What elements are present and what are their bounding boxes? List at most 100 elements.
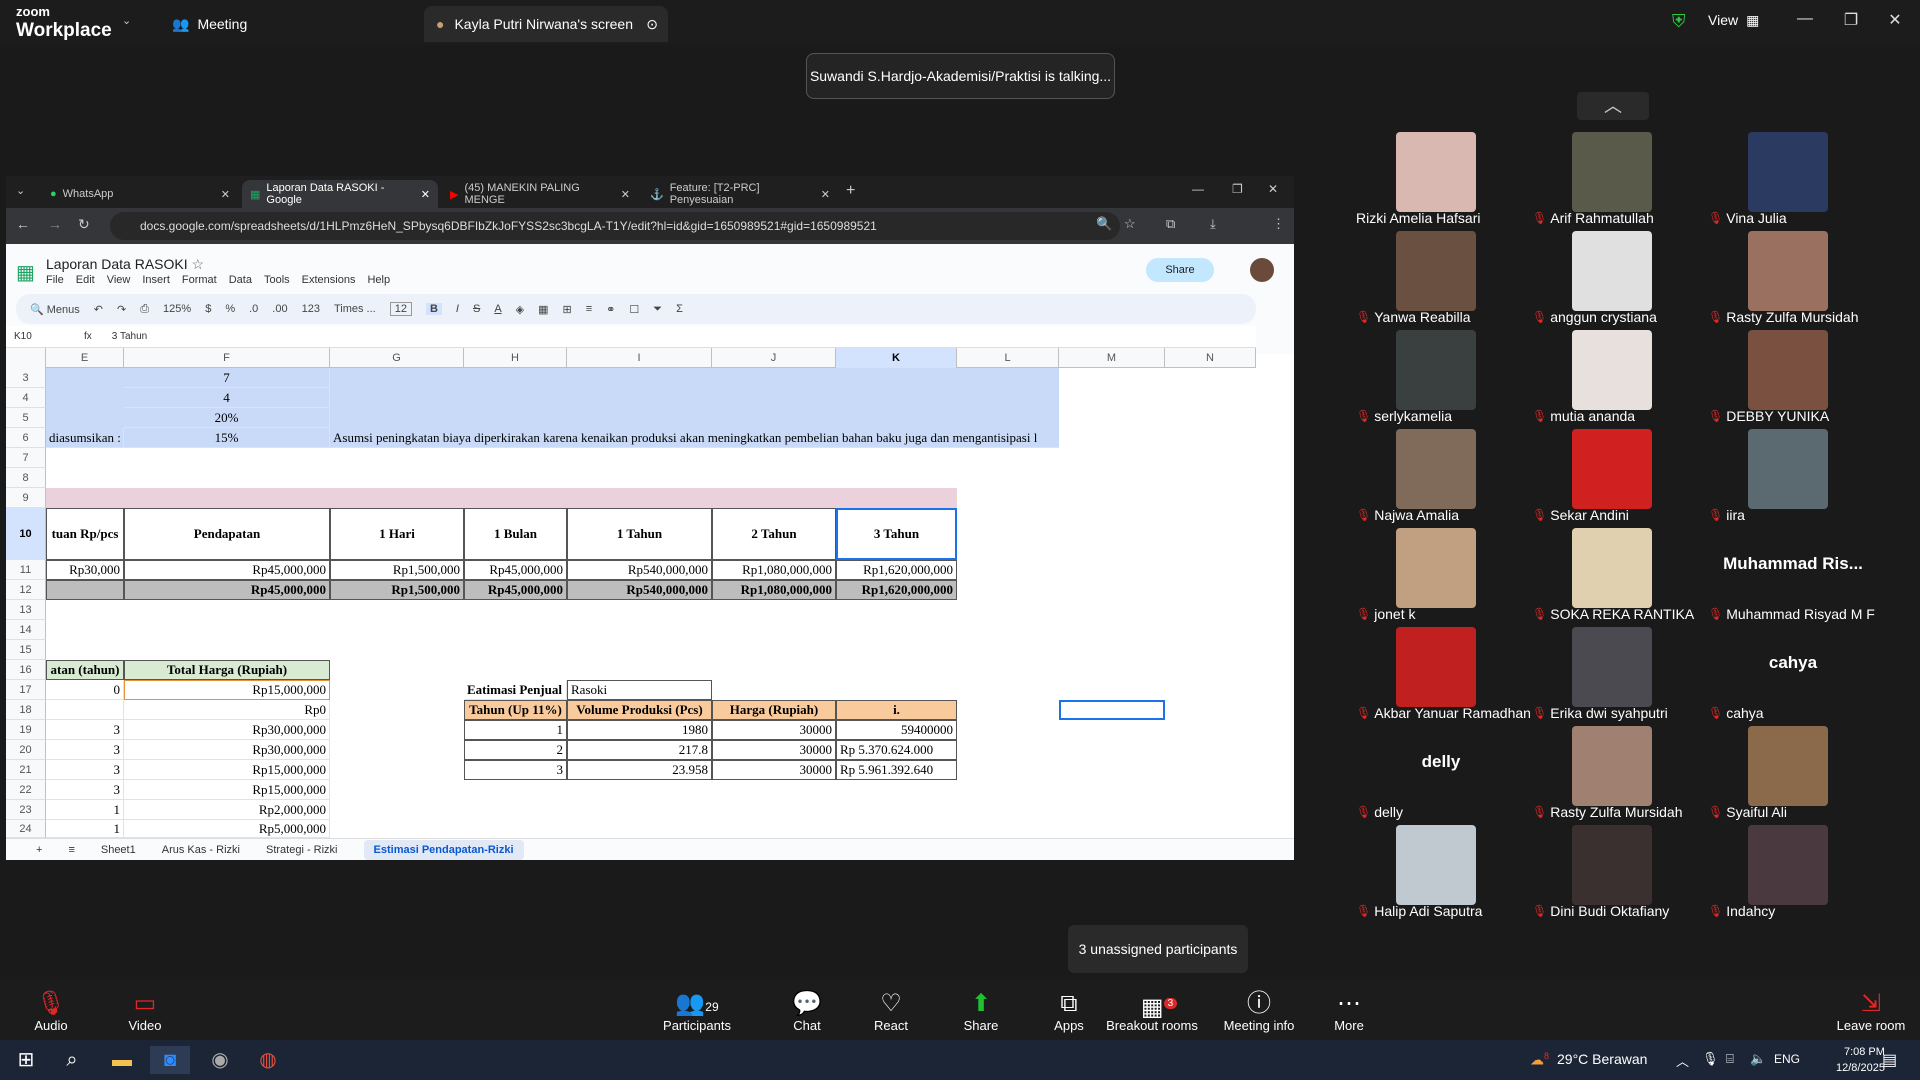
col-header-k[interactable]: K [836,348,957,368]
meeting-info-button[interactable]: ⓘ Meeting info [1214,990,1304,1033]
col-header-i[interactable]: I [567,348,712,368]
new-tab-icon[interactable]: + [846,182,855,200]
header-f10[interactable]: Pendapatan [124,508,330,560]
participant-tile[interactable]: 🎙 Rasty Zulfa Mursidah [1532,726,1692,822]
menu-tools[interactable]: Tools [264,274,290,286]
est-cell[interactable]: 23.958 [567,760,712,780]
participant-tile[interactable]: 🎙 Indahcy [1708,825,1868,921]
cell-f24[interactable]: Rp5,000,000 [124,820,330,838]
est-cell[interactable]: 217.8 [567,740,712,760]
doc-title[interactable]: Laporan Data RASOKI ☆ [46,256,204,273]
undo-icon[interactable]: ↶ [94,303,103,316]
row-header[interactable]: 16 [6,660,46,680]
tray-chevron-icon[interactable]: ︿ [1676,1051,1689,1070]
cell-f6[interactable]: 15% [124,428,330,448]
cell-j12[interactable]: Rp1,080,000,000 [712,580,836,600]
col-header-e[interactable]: E [46,348,124,368]
share-screen-button[interactable]: ⬆ Share [936,990,1026,1033]
chevron-up-icon[interactable]: ︿ [1577,92,1649,120]
header-g10[interactable]: 1 Hari [330,508,464,560]
maximize-icon[interactable]: ❐ [1836,10,1866,30]
corner-cell[interactable] [6,348,46,368]
tab-feature[interactable]: ⚓ Feature: [T2-PRC] Penyesuaian ✕ [642,180,838,208]
cell-e12[interactable] [46,580,124,600]
participant-tile[interactable]: 🎙 iira [1708,429,1868,525]
sheet-tab[interactable]: Arus Kas - Rizki [162,844,240,856]
est-title-cell[interactable]: Eatimasi Penjual [464,680,567,700]
close-tab-icon[interactable]: ✕ [221,188,230,201]
cell-f20[interactable]: Rp30,000,000 [124,740,330,760]
volume-icon[interactable]: 🔈 [1750,1051,1766,1067]
back-icon[interactable]: ← [16,216,30,232]
add-sheet-icon[interactable]: + [36,844,42,856]
est-header-total[interactable]: i. [836,700,957,720]
currency-button[interactable]: $ [205,303,211,315]
font-size-input[interactable]: 12 [389,302,412,316]
cell-e11[interactable]: Rp30,000 [46,560,124,580]
menu-file[interactable]: File [46,274,64,286]
row-header[interactable]: 14 [6,620,46,640]
comment-icon[interactable]: ☐ [629,303,639,316]
sheet-tab[interactable]: Sheet1 [101,844,136,856]
est-cell[interactable]: 2 [464,740,567,760]
functions-button[interactable]: Σ [676,303,683,315]
active-cell-m18[interactable] [1059,700,1165,720]
cell-f17[interactable]: Rp15,000,000 [124,680,330,700]
tab-whatsapp[interactable]: ● WhatsApp ✕ [42,180,238,208]
participant-tile[interactable]: 🎙 Arif Rahmatullah [1532,132,1692,228]
cell-h11[interactable]: Rp45,000,000 [464,560,567,580]
extensions-icon[interactable]: ⧉ [1166,216,1175,232]
row-header[interactable]: 15 [6,640,46,660]
apps-button[interactable]: ⧉ Apps [1024,990,1114,1033]
cell-f19[interactable]: Rp30,000,000 [124,720,330,740]
participant-tile[interactable]: Rizki Amelia Hafsari [1356,132,1516,228]
formula-input[interactable]: 3 Tahun [112,331,147,342]
cell-g11[interactable]: Rp1,500,000 [330,560,464,580]
participant-tile[interactable]: 🎙 Dini Budi Oktafiany [1532,825,1692,921]
reload-icon[interactable]: ↻ [78,216,90,233]
increase-decimal-button[interactable]: .00 [272,303,287,315]
col-header-g[interactable]: G [330,348,464,368]
video-button[interactable]: ▭ Video [100,990,190,1033]
react-button[interactable]: ♡ React [846,990,936,1033]
all-sheets-icon[interactable]: ≡ [68,844,74,856]
search-icon[interactable]: ⌕ [52,1046,92,1074]
close-icon[interactable]: ✕ [1268,182,1278,196]
tab-sheets[interactable]: ▦ Laporan Data RASOKI - Google ✕ [242,180,438,208]
menu-format[interactable]: Format [182,274,217,286]
row-header[interactable]: 13 [6,600,46,620]
col-header-h[interactable]: H [464,348,567,368]
row-header[interactable]: 10 [6,508,46,560]
row-header[interactable]: 17 [6,680,46,700]
est-cell[interactable]: 1 [464,720,567,740]
font-select[interactable]: Times ... [334,303,376,315]
obs-icon[interactable]: ◉ [200,1046,240,1074]
tab-search-icon[interactable]: ⌄ [16,184,25,197]
col-header-l[interactable]: L [957,348,1059,368]
tab-youtube[interactable]: ▶ (45) MANEKIN PALING MENGE ✕ [442,180,638,208]
participant-tile[interactable]: cahya 🎙 cahya [1708,627,1868,723]
weather-widget[interactable]: ☁8 29°C Berawan [1530,1051,1647,1069]
row-header[interactable]: 6 [6,428,46,448]
borders-icon[interactable]: ▦ [538,303,548,316]
network-icon[interactable]: ⌸ [1726,1051,1734,1067]
col-header-j[interactable]: J [712,348,836,368]
cell-g12[interactable]: Rp1,500,000 [330,580,464,600]
share-button[interactable]: Share [1146,258,1214,282]
row-header[interactable]: 12 [6,580,46,600]
header-h10[interactable]: 1 Bulan [464,508,567,560]
shield-icon[interactable]: ⛨ [1672,11,1686,32]
avatar[interactable] [1250,258,1274,282]
participant-tile[interactable]: 🎙 Rasty Zulfa Mursidah [1708,231,1868,327]
zoom-select[interactable]: 125% [163,303,191,315]
audio-button[interactable]: 🎙 Audio [6,990,96,1033]
est-cell[interactable]: Rp 5.961.392.640 [836,760,957,780]
cell-e6[interactable]: diasumsikan : [46,428,124,448]
align-icon[interactable]: ≡ [586,303,592,315]
participant-tile[interactable]: 🎙 Halip Adi Saputra [1356,825,1516,921]
redo-icon[interactable]: ↷ [117,303,126,316]
sheet-tab[interactable]: Strategi - Rizki [266,844,338,856]
participant-tile[interactable]: 🎙 serlykamelia [1356,330,1516,426]
language-indicator[interactable]: ENG [1774,1052,1800,1066]
participant-tile[interactable]: 🎙 Erika dwi syahputri [1532,627,1692,723]
